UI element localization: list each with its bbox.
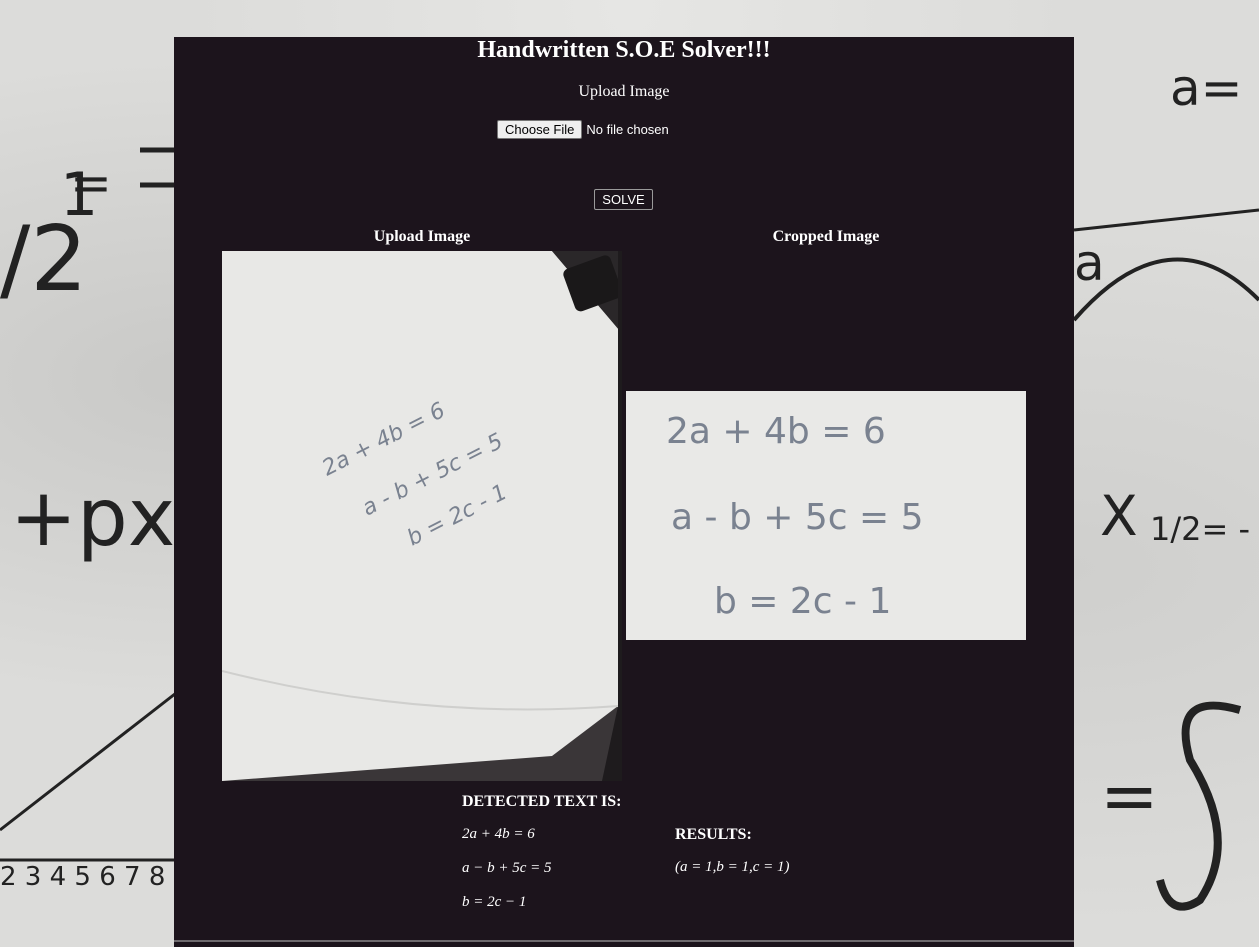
cropped-image-title: Cropped Image [772,228,880,245]
page-title: Handwritten S.O.E Solver!!! [477,37,771,63]
bg-scribble-a: a= [1170,59,1243,117]
cropped-eq-2: a - b + 5c = 5 [671,497,924,538]
detected-equation-2: a − b + 5c = 5 [462,860,552,876]
bg-scribble-x: X [1100,484,1138,548]
bg-scribble-numbers: 2 3 4 5 6 7 8 [0,862,165,892]
cropped-eq-1: 2a + 4b = 6 [666,411,886,452]
solve-button[interactable]: SOLVE [594,189,653,210]
uploaded-image-title: Upload Image [373,228,471,245]
bg-scribble-a2: a [1074,234,1105,292]
bg-scribble-equals-s: = [1100,755,1159,837]
file-input[interactable]: Choose File No file chosen [497,119,669,139]
file-status-text: No file chosen [586,121,669,137]
results-value: (a = 1,b = 1,c = 1) [675,859,790,875]
solver-panel: Handwritten S.O.E Solver!!! Upload Image… [174,37,1074,947]
choose-file-button[interactable]: Choose File [497,119,583,139]
upload-image-label: Upload Image [578,83,670,100]
bg-scribble-x-half: 1/2= - [1150,510,1250,548]
bg-scribble-equals: = [70,154,112,212]
cropped-image: 2a + 4b = 6 a - b + 5c = 5 b = 2c - 1 [626,391,1026,640]
cropped-eq-3: b = 2c - 1 [714,581,891,622]
bg-scribble-half: /2 [0,207,88,312]
panel-divider [174,940,1074,942]
detected-equation-1: 2a + 4b = 6 [462,826,535,842]
results-title: RESULTS: [675,826,752,843]
uploaded-image: 2a + 4b = 6 a - b + 5c = 5 b = 2c - 1 [222,251,622,781]
bg-scribble-px: +px [10,471,175,564]
detected-text-title: DETECTED TEXT IS: [462,793,622,810]
detected-equation-3: b = 2c − 1 [462,894,527,910]
